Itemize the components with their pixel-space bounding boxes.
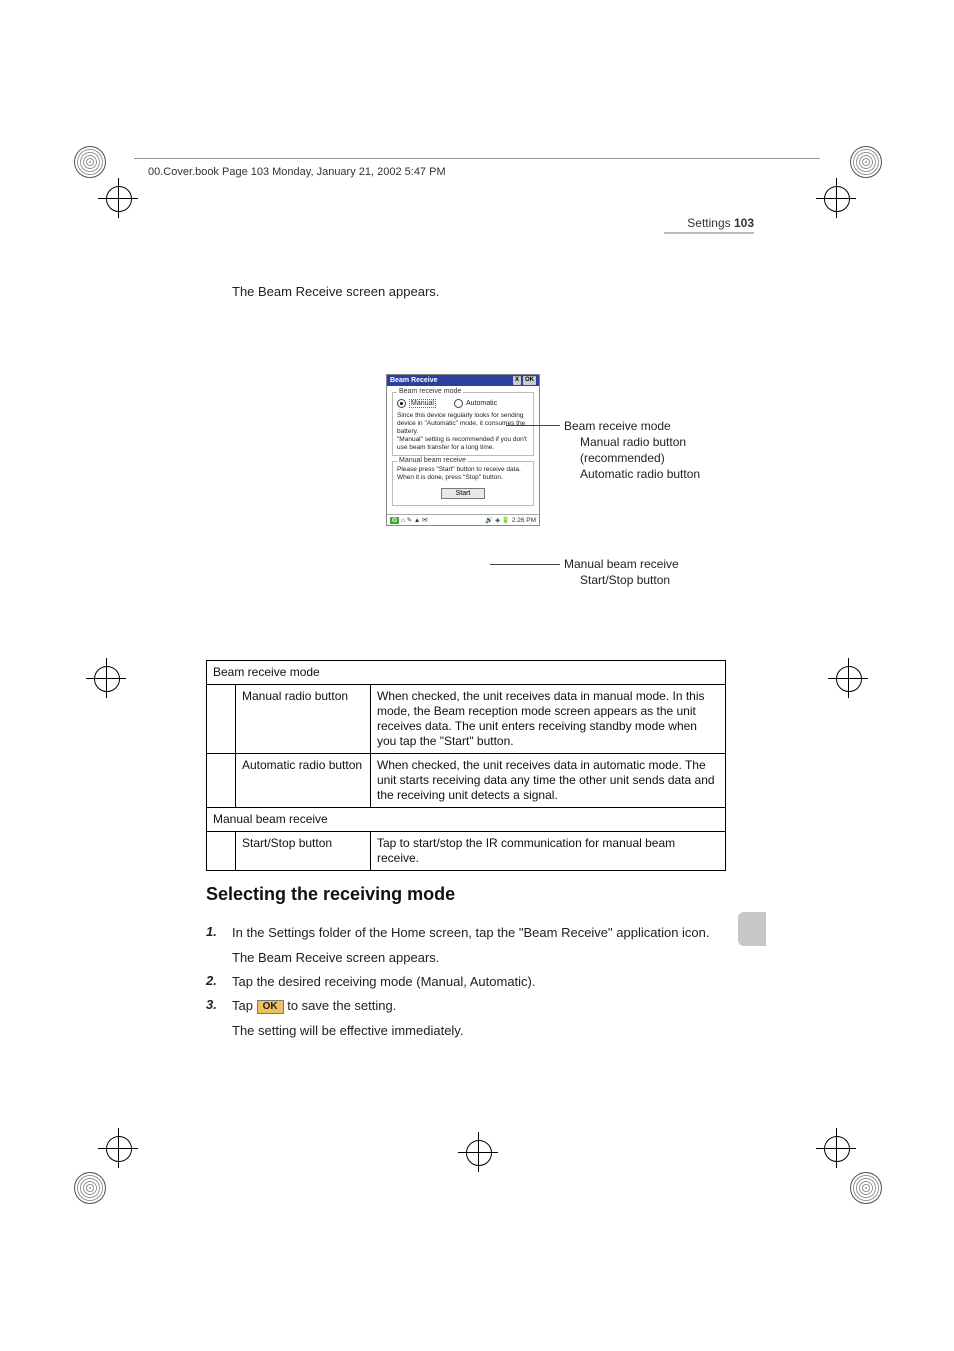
page-header: Settings 103 [687,216,754,230]
crosshair-icon [816,1128,856,1168]
step-3-sub: The setting will be effective immediatel… [232,1023,726,1038]
heading-selecting-mode: Selecting the receiving mode [206,884,455,905]
taskbar-start-icon: G [390,517,399,524]
description-table: Beam receive mode Manual radio button Wh… [206,660,726,871]
step-body: Tap OK to save the setting. [232,997,726,1015]
step-number: 1. [206,924,232,942]
thumb-tab [738,912,766,946]
crop-knob-icon [74,146,106,178]
radio-dot-icon [454,399,463,408]
group1-legend: Beam receive mode [397,388,463,395]
callout-line2: Manual radio button [564,434,700,450]
taskbar-tray-icons: 🔊 ◈ 🔋 [485,517,512,524]
table-spacer [207,832,236,871]
automatic-radio[interactable]: Automatic [454,399,497,408]
intro-text: The Beam Receive screen appears. [232,284,439,299]
callout-line3: (recommended) [564,450,700,466]
step3-post: to save the setting. [287,998,396,1013]
table-cell-label: Automatic radio button [236,754,371,808]
step-1: 1. In the Settings folder of the Home sc… [206,924,726,942]
manual-beam-receive-group: Manual beam receive Please press "Start"… [392,461,534,506]
step-2: 2. Tap the desired receiving mode (Manua… [206,973,726,991]
callout-line4: Automatic radio button [564,466,700,482]
step-3: 3. Tap OK to save the setting. [206,997,726,1015]
group2-description: Please press "Start" button to receive d… [397,466,529,482]
table-row: Start/Stop button Tap to start/stop the … [207,832,726,871]
table-cell-label: Manual radio button [236,685,371,754]
automatic-radio-label: Automatic [466,400,497,407]
table-cell-label: Start/Stop button [236,832,371,871]
table-row: Manual beam receive [207,808,726,832]
step-body: In the Settings folder of the Home scree… [232,924,726,942]
ok-inline-button[interactable]: OK [257,1000,284,1014]
step-1-sub: The Beam Receive screen appears. [232,950,726,965]
beam-receive-mode-group: Beam receive mode Manual Automatic Since… [392,392,534,456]
table-cell-desc: Tap to start/stop the IR communication f… [371,832,726,871]
table-header-beam-mode: Beam receive mode [207,661,726,685]
figure-close-button[interactable]: X [513,376,521,385]
step-number: 2. [206,973,232,991]
crop-knob-icon [850,1172,882,1204]
crosshair-icon [828,658,868,698]
callout-line [506,425,560,426]
crop-knob-icon [74,1172,106,1204]
header-section: Settings [687,216,730,230]
callout-line1: Beam receive mode [564,418,700,434]
table-cell-desc: When checked, the unit receives data in … [371,754,726,808]
figure-titlebar: Beam Receive X OK [387,375,539,386]
step3-pre: Tap [232,998,257,1013]
figure-ok-button[interactable]: OK [523,376,536,385]
callout-manual-beam-receive: Manual beam receive Start/Stop button [564,556,679,588]
crosshair-icon [98,1128,138,1168]
crosshair-icon [98,178,138,218]
table-spacer [207,685,236,754]
figure-title-text: Beam Receive [390,377,437,384]
radio-dot-icon [397,399,406,408]
table-row: Beam receive mode [207,661,726,685]
step-body: Tap the desired receiving mode (Manual, … [232,973,726,991]
table-spacer [207,754,236,808]
callout2-line1: Manual beam receive [564,556,679,572]
manual-radio-label: Manual [409,399,436,408]
table-row: Manual radio button When checked, the un… [207,685,726,754]
steps-list: 1. In the Settings folder of the Home sc… [206,918,726,1046]
manual-radio[interactable]: Manual [397,399,436,408]
table-row: Automatic radio button When checked, the… [207,754,726,808]
callout-beam-receive-mode: Beam receive mode Manual radio button (r… [564,418,700,482]
running-header: 00.Cover.book Page 103 Monday, January 2… [148,166,446,178]
crop-knob-icon [850,146,882,178]
table-cell-desc: When checked, the unit receives data in … [371,685,726,754]
header-rule [664,232,754,234]
crosshair-icon [816,178,856,218]
group1-description: Since this device regularly looks for se… [397,412,529,452]
taskbar-right: 🔊 ◈ 🔋 2:26 PM [485,516,536,524]
start-button[interactable]: Start [441,488,486,499]
step-number: 3. [206,997,232,1015]
taskbar-time: 2:26 PM [512,517,536,524]
taskbar-icons: ⌂ ✎ ▲ ✉ [401,517,428,524]
page-number: 103 [734,216,754,230]
table-header-manual-beam: Manual beam receive [207,808,726,832]
callout-line [490,564,560,565]
beam-receive-figure: Beam Receive X OK Beam receive mode Manu… [386,374,540,526]
callout2-line2: Start/Stop button [564,572,679,588]
crosshair-icon [86,658,126,698]
figure-taskbar: G ⌂ ✎ ▲ ✉ 🔊 ◈ 🔋 2:26 PM [387,514,539,525]
group2-legend: Manual beam receive [397,457,468,464]
